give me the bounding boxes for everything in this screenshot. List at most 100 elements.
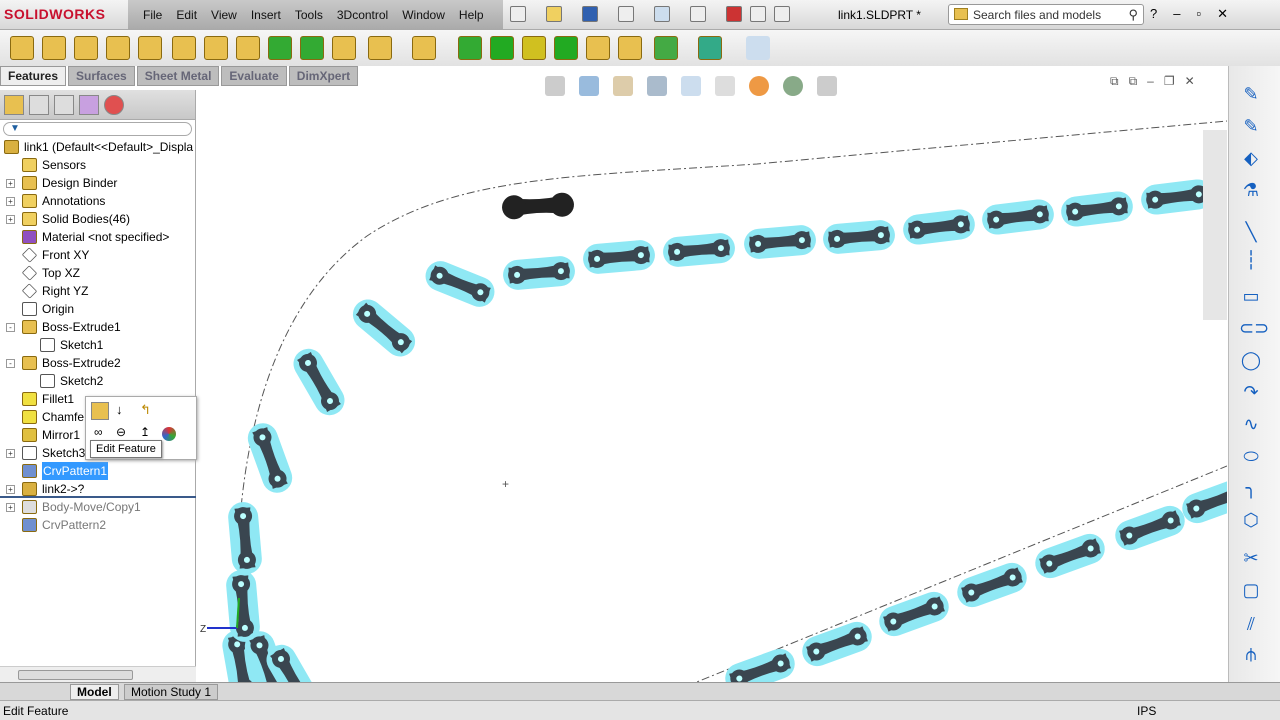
zoom-to-fit-icon[interactable]	[545, 76, 565, 96]
go-to-icon[interactable]: ↰	[140, 402, 156, 420]
arc-icon[interactable]: ↷	[1239, 382, 1263, 404]
menu-3dcontrol[interactable]: 3Dcontrol	[337, 8, 388, 22]
zoom-to-selection-icon[interactable]: ⊖	[116, 425, 132, 441]
expand-toggle-icon[interactable]: -	[6, 323, 15, 332]
view-settings-icon[interactable]	[817, 76, 837, 96]
scrollbar-thumb[interactable]	[18, 670, 133, 680]
chain-link[interactable]	[1059, 190, 1134, 229]
chain-link[interactable]	[582, 239, 656, 275]
expand-toggle-icon[interactable]: +	[6, 197, 15, 206]
tree-node[interactable]: + Body-Move/Copy1	[0, 498, 196, 516]
rib-icon[interactable]	[458, 36, 482, 60]
chain-link[interactable]	[822, 219, 896, 255]
fillet-sketch-icon[interactable]: ╮	[1239, 478, 1263, 500]
circle-icon[interactable]: ◯	[1239, 350, 1263, 372]
file-properties-icon[interactable]	[750, 6, 766, 22]
tab-surfaces[interactable]: Surfaces	[68, 66, 135, 86]
hide-show-icon[interactable]	[715, 76, 735, 96]
search-icon[interactable]: ⚲	[1128, 7, 1138, 23]
rollback-icon[interactable]: ↓	[116, 402, 132, 420]
chain-link[interactable]	[1031, 530, 1109, 583]
tree-node[interactable]: Sketch1	[0, 336, 196, 354]
chain-link[interactable]	[288, 343, 350, 420]
curves-icon[interactable]	[698, 36, 722, 60]
units-indicator[interactable]: IPS	[1137, 704, 1156, 718]
draft-icon[interactable]	[490, 36, 514, 60]
display-style-icon[interactable]	[681, 76, 701, 96]
print-icon[interactable]	[618, 6, 634, 22]
reference-geometry-icon[interactable]	[654, 36, 678, 60]
tree-node[interactable]: Front XY	[0, 246, 196, 264]
tree-filter-input[interactable]: ▼	[3, 122, 192, 136]
maximize-icon[interactable]: ▫	[1196, 6, 1201, 22]
chain-link[interactable]	[502, 255, 576, 291]
chain-link[interactable]	[1178, 475, 1252, 528]
tree-node[interactable]: Top XZ	[0, 264, 196, 282]
tree-node[interactable]: Material <not specified>	[0, 228, 196, 246]
tree-node[interactable]: CrvPattern2	[0, 516, 196, 534]
offset-icon[interactable]: ▢	[1239, 580, 1263, 602]
model-view[interactable]: +Z	[197, 66, 1252, 712]
sketch-fillet-icon[interactable]: ⚗	[1239, 180, 1263, 202]
tile-icon[interactable]: ⧉	[1110, 74, 1119, 89]
dimxpert-manager-tab-icon[interactable]	[79, 95, 99, 115]
chain-link[interactable]	[1111, 502, 1189, 555]
tree-node[interactable]: Sketch2	[0, 372, 196, 390]
expand-toggle-icon[interactable]: +	[6, 449, 15, 458]
task-pane-tabs[interactable]	[1203, 130, 1227, 320]
tree-node[interactable]: - Boss-Extrude1	[0, 318, 196, 336]
tab-sheet-metal[interactable]: Sheet Metal	[136, 66, 220, 86]
doc-maximize-icon[interactable]: ❐	[1164, 74, 1175, 89]
line-icon[interactable]: ╲	[1239, 222, 1263, 244]
spline-icon[interactable]: ∿	[1239, 414, 1263, 436]
save-icon[interactable]	[582, 6, 598, 22]
doc-minimize-icon[interactable]: –	[1147, 74, 1154, 89]
section-view-icon[interactable]	[613, 76, 633, 96]
swept-boss-icon[interactable]	[74, 36, 98, 60]
expand-toggle-icon[interactable]: +	[6, 485, 15, 494]
help-icon[interactable]: ?	[1150, 6, 1157, 22]
normal-to-icon[interactable]: ↥	[140, 425, 156, 441]
open-icon[interactable]	[546, 6, 562, 22]
undo-icon[interactable]	[654, 6, 670, 22]
linear-pattern-icon[interactable]	[412, 36, 436, 60]
chain-link[interactable]	[798, 618, 876, 671]
chain-link[interactable]	[244, 419, 297, 497]
tab-model[interactable]: Model	[70, 684, 119, 700]
expand-toggle-icon[interactable]: -	[6, 359, 15, 368]
chain-link[interactable]	[901, 208, 976, 247]
swept-cut-icon[interactable]	[268, 36, 292, 60]
revolved-boss-icon[interactable]	[42, 36, 66, 60]
trim-icon[interactable]: ✂	[1239, 548, 1263, 570]
revolved-cut-icon[interactable]	[236, 36, 260, 60]
tab-dimxpert[interactable]: DimXpert	[288, 66, 359, 86]
smart-dimension-icon[interactable]: ⬖	[1239, 148, 1263, 170]
configuration-manager-tab-icon[interactable]	[54, 95, 74, 115]
expand-toggle-icon[interactable]: +	[6, 179, 15, 188]
mirror-icon[interactable]	[618, 36, 642, 60]
menu-tools[interactable]: Tools	[295, 8, 323, 22]
lofted-boss-icon[interactable]	[106, 36, 130, 60]
menu-help[interactable]: Help	[459, 8, 484, 22]
extruded-cut-icon[interactable]	[172, 36, 196, 60]
menu-edit[interactable]: Edit	[176, 8, 197, 22]
sketch-icon[interactable]: ✎	[1239, 84, 1263, 106]
rebuild-icon[interactable]	[726, 6, 742, 22]
doc-close-icon[interactable]: ✕	[1185, 74, 1195, 89]
lofted-cut-icon[interactable]	[300, 36, 324, 60]
tab-motion-study-1[interactable]: Motion Study 1	[124, 684, 219, 700]
tree-node[interactable]: Sensors	[0, 156, 196, 174]
mirror-entities-icon[interactable]: ⫛	[1239, 644, 1263, 666]
instant3d-icon[interactable]	[746, 36, 770, 60]
wrap-icon[interactable]	[554, 36, 578, 60]
boundary-boss-icon[interactable]	[138, 36, 162, 60]
horizontal-scrollbar[interactable]	[0, 666, 196, 682]
ellipse-icon[interactable]: ⬭	[1239, 446, 1263, 468]
feature-manager-tab-icon[interactable]	[4, 95, 24, 115]
options-icon[interactable]	[774, 6, 790, 22]
tree-node[interactable]: + Solid Bodies(46)	[0, 210, 196, 228]
appearance-icon[interactable]	[749, 76, 769, 96]
centerline-icon[interactable]: ┆	[1239, 250, 1263, 272]
zoom-area-icon[interactable]	[579, 76, 599, 96]
menu-window[interactable]: Window	[402, 8, 445, 22]
